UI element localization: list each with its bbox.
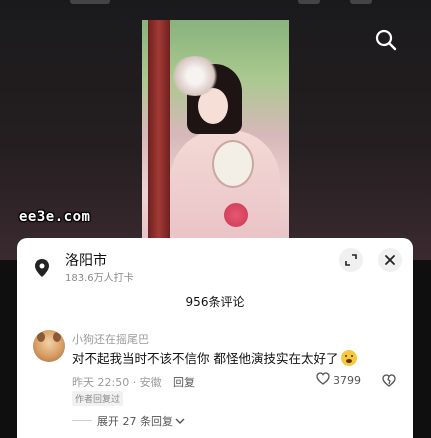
status-bar-fragment [298, 0, 320, 4]
comment-time-location: 昨天 22:50 · 安徽 [72, 376, 162, 389]
comment-sheet: 洛阳市 183.6万人打卡 956条评论 小狗还在摇尾巴 对不起我当时不该不信你… [17, 238, 413, 438]
headdress-shape [170, 56, 220, 96]
broken-heart-icon [382, 372, 396, 391]
watermark: ee3e.com [19, 209, 91, 225]
comment-author[interactable]: 小狗还在摇尾巴 [72, 331, 149, 347]
dislike-button[interactable] [382, 372, 396, 391]
search-icon[interactable] [374, 28, 398, 52]
avatar-ear [53, 332, 61, 342]
expand-button[interactable] [339, 248, 363, 272]
comment-body: 对不起我当时不该不信你 都怪他演技实在太好了 [72, 351, 339, 366]
author-replied-tag: 作者回复过 [72, 391, 124, 406]
heart-icon [316, 372, 330, 388]
comment-text: 对不起我当时不该不信你 都怪他演技实在太好了 [72, 348, 358, 367]
red-pillar [148, 20, 170, 250]
status-bar-fragment [350, 0, 372, 4]
close-icon [384, 251, 396, 270]
peony-flower [224, 203, 248, 227]
avatar[interactable] [33, 330, 65, 362]
video-thumbnail[interactable] [142, 20, 289, 250]
flushed-face-emoji [341, 350, 358, 366]
chevron-down-icon [175, 415, 185, 428]
expand-divider [72, 420, 92, 421]
avatar-ear [37, 332, 45, 342]
location-checkins: 183.6万人打卡 [65, 273, 134, 284]
status-bar-fragment [70, 0, 110, 4]
close-button[interactable] [378, 248, 402, 272]
location-name[interactable]: 洛阳市 [65, 250, 107, 270]
like-button[interactable]: 3799 [316, 372, 361, 388]
expand-icon [345, 251, 357, 270]
expand-replies-button[interactable]: 展开 27 条回复 [97, 413, 185, 429]
expand-replies-label: 展开 27 条回复 [97, 415, 173, 428]
fan-shape [212, 140, 254, 188]
comment-count: 956条评论 [185, 295, 245, 309]
like-count: 3799 [333, 373, 361, 387]
reply-button[interactable]: 回复 [173, 374, 195, 390]
location-pin-icon [35, 259, 49, 277]
